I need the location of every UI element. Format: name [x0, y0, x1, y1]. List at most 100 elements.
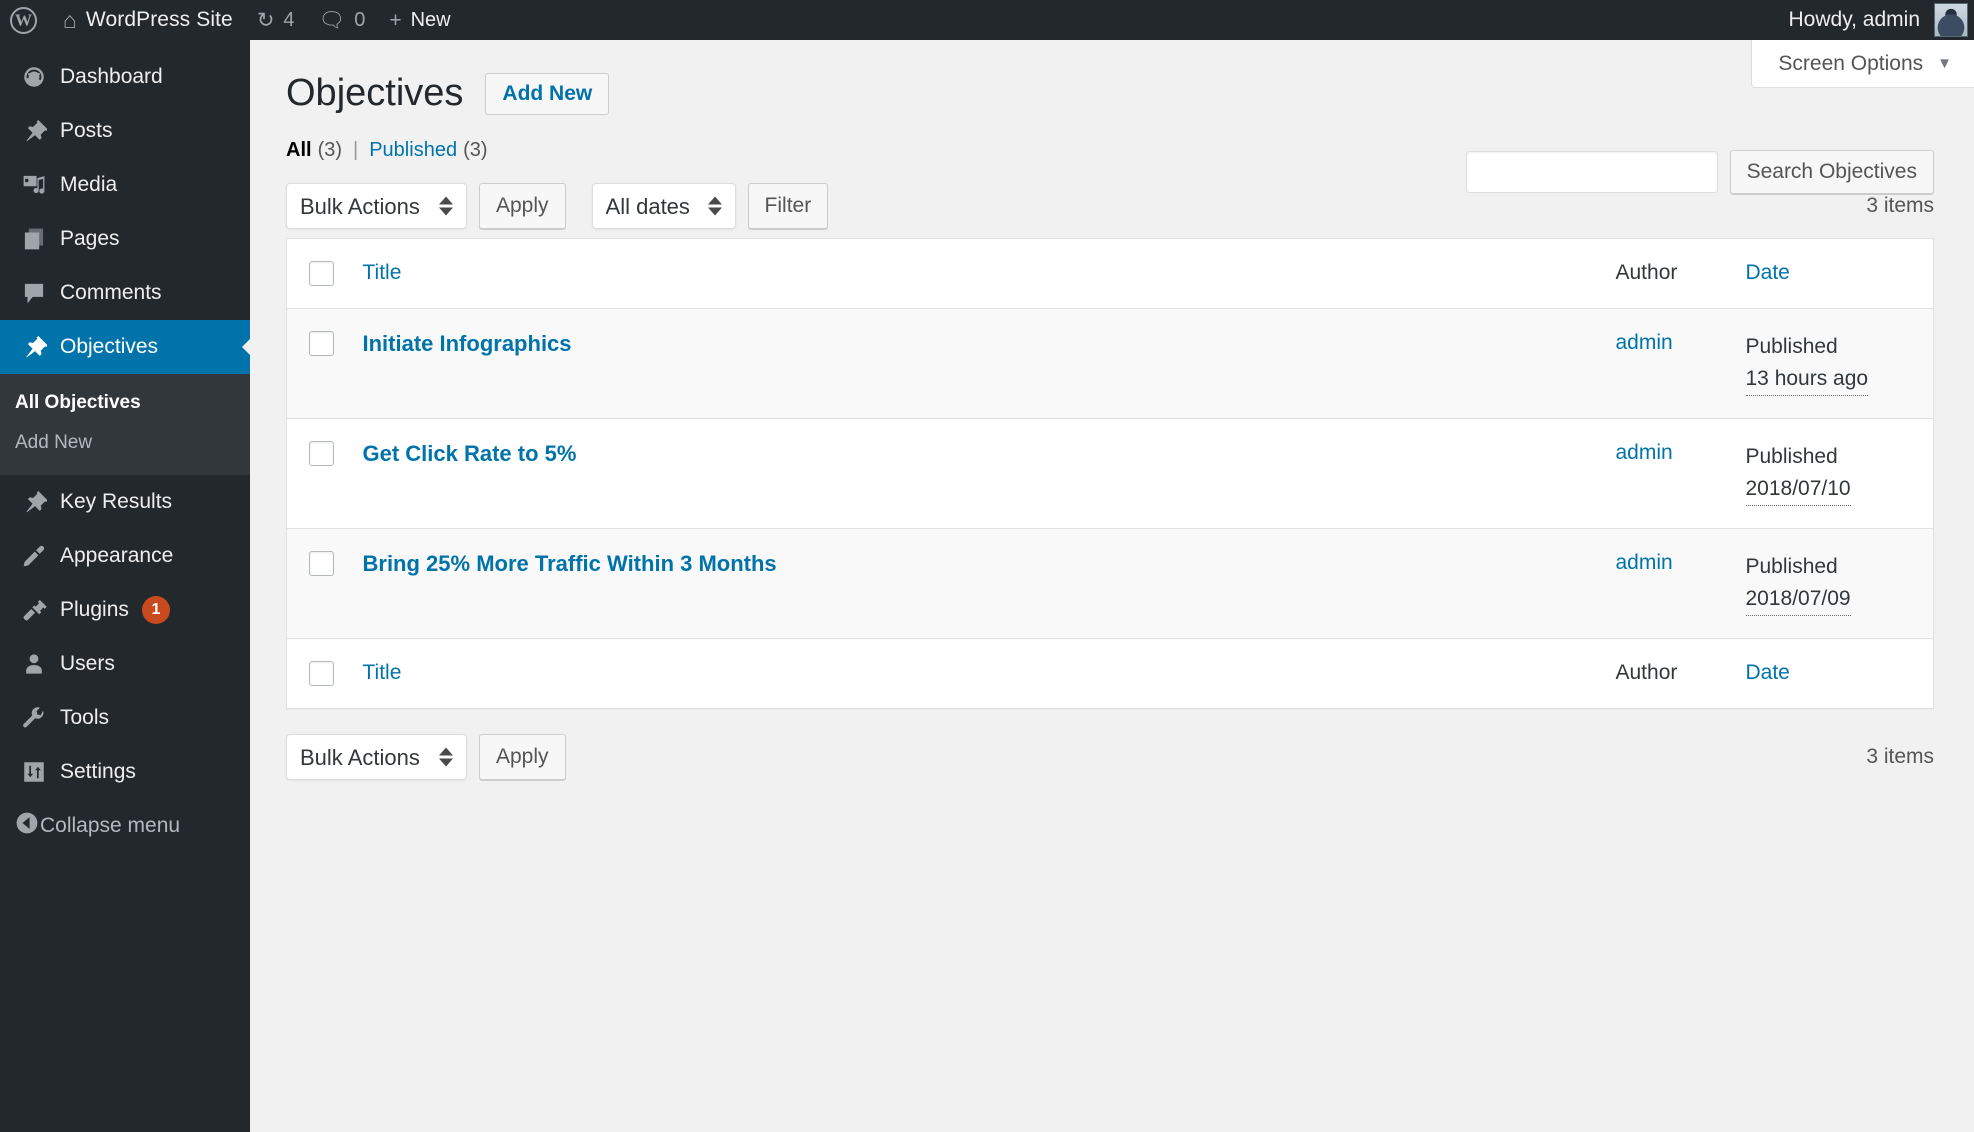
views-separator: | — [353, 139, 358, 162]
site-name-button[interactable]: ⌂ WordPress Site — [51, 0, 245, 40]
row-checkbox[interactable] — [309, 331, 334, 356]
row-checkbox[interactable] — [309, 551, 334, 576]
row-date-cell: Published 13 hours ago — [1734, 309, 1934, 419]
row-checkbox[interactable] — [309, 441, 334, 466]
sidebar-item-label: Tools — [60, 706, 109, 730]
sidebar-item-label: Appearance — [60, 544, 173, 568]
sidebar-item-objectives[interactable]: Objectives — [0, 320, 250, 374]
updates-icon: ↻ — [257, 10, 275, 31]
select-all-header — [287, 239, 351, 309]
wordpress-logo-button[interactable] — [0, 0, 51, 40]
sidebar-item-label: Comments — [60, 281, 162, 305]
column-header-date: Date — [1734, 239, 1934, 309]
sort-title-link-top[interactable]: Title — [363, 261, 402, 284]
sidebar-item-tools[interactable]: Tools — [0, 691, 250, 745]
bulk-actions-select-bottom[interactable]: Bulk Actions — [286, 734, 467, 780]
table-footer-row: Title Author Date — [287, 639, 1934, 709]
table-head: Title Author Date — [287, 239, 1934, 309]
row-author-link[interactable]: admin — [1616, 551, 1673, 574]
row-select-cell — [287, 309, 351, 419]
sort-date-link-top[interactable]: Date — [1746, 261, 1790, 284]
pages-icon — [14, 226, 54, 252]
select-all-checkbox-top[interactable] — [309, 261, 334, 286]
sort-title-link-bottom[interactable]: Title — [363, 661, 402, 684]
comment-bubble-icon — [14, 280, 54, 306]
row-title-link[interactable]: Get Click Rate to 5% — [363, 441, 577, 466]
apply-button-top[interactable]: Apply — [479, 183, 566, 229]
sort-date-link-bottom[interactable]: Date — [1746, 661, 1790, 684]
sidebar-item-key-results[interactable]: Key Results — [0, 475, 250, 529]
new-content-label: New — [411, 9, 451, 32]
view-all-link[interactable]: All — [286, 139, 312, 162]
page-header: Objectives Add New — [286, 40, 1934, 118]
main-content: Screen Options ▼ Objectives Add New All … — [250, 40, 1974, 1132]
comments-button[interactable]: 🗨 0 — [307, 0, 378, 40]
row-author-cell: admin — [1604, 529, 1734, 639]
submenu-item-add-new[interactable]: Add New — [0, 423, 250, 463]
sidebar-item-users[interactable]: Users — [0, 637, 250, 691]
dashboard-icon — [14, 64, 54, 90]
row-date-status: Published — [1746, 335, 1838, 358]
sidebar-item-appearance[interactable]: Appearance — [0, 529, 250, 583]
plus-icon: + — [389, 10, 401, 31]
row-title-link[interactable]: Bring 25% More Traffic Within 3 Months — [363, 551, 777, 576]
row-author-link[interactable]: admin — [1616, 441, 1673, 464]
sidebar-item-pages[interactable]: Pages — [0, 212, 250, 266]
home-icon: ⌂ — [63, 9, 77, 32]
table-body: Initiate Infographics admin Published 13… — [287, 309, 1934, 639]
sidebar-item-label: Plugins — [60, 598, 129, 622]
row-title-link[interactable]: Initiate Infographics — [363, 331, 572, 356]
my-account-menu[interactable]: Howdy, admin — [1789, 3, 1974, 37]
view-published-link[interactable]: Published — [369, 139, 457, 162]
table-foot: Title Author Date — [287, 639, 1934, 709]
row-title-cell: Get Click Rate to 5% — [351, 419, 1604, 529]
new-content-button[interactable]: + New — [377, 0, 462, 40]
sidebar-item-plugins[interactable]: Plugins 1 — [0, 583, 250, 637]
dates-filter-select[interactable]: All dates — [592, 183, 736, 229]
updates-button[interactable]: ↻ 4 — [245, 0, 307, 40]
pin-icon — [14, 489, 54, 515]
pin-icon — [14, 334, 54, 360]
collapse-menu-label: Collapse menu — [40, 814, 180, 838]
column-footer-date: Date — [1734, 639, 1934, 709]
displaying-num-bottom: 3 items — [1866, 745, 1934, 769]
sidebar-item-label: Objectives — [60, 335, 158, 359]
table-row: Initiate Infographics admin Published 13… — [287, 309, 1934, 419]
wordpress-logo-icon — [10, 7, 37, 34]
plugins-update-badge: 1 — [142, 596, 170, 624]
bulk-actions-select-wrap-bottom: Bulk Actions — [286, 734, 467, 780]
submenu-item-all-objectives[interactable]: All Objectives — [0, 383, 250, 423]
row-date-cell: Published 2018/07/10 — [1734, 419, 1934, 529]
wrench-icon — [14, 705, 54, 731]
row-author-cell: admin — [1604, 309, 1734, 419]
sidebar-item-label: Media — [60, 173, 117, 197]
sidebar-item-media[interactable]: Media — [0, 158, 250, 212]
column-header-author: Author — [1604, 239, 1734, 309]
page-title: Objectives — [286, 69, 463, 118]
sidebar-item-settings[interactable]: Settings — [0, 745, 250, 799]
column-author-label-bottom: Author — [1616, 661, 1678, 684]
displaying-num-top: 3 items — [1866, 194, 1934, 218]
site-name-label: WordPress Site — [86, 8, 233, 32]
collapse-arrow-icon — [14, 810, 40, 842]
admin-bar: ⌂ WordPress Site ↻ 4 🗨 0 + New Howdy, ad… — [0, 0, 1974, 40]
select-all-checkbox-bottom[interactable] — [309, 661, 334, 686]
row-author-cell: admin — [1604, 419, 1734, 529]
filter-button[interactable]: Filter — [748, 183, 829, 229]
apply-button-bottom[interactable]: Apply — [479, 734, 566, 780]
collapse-menu-button[interactable]: Collapse menu — [0, 799, 250, 853]
bulk-actions-select-top[interactable]: Bulk Actions — [286, 183, 467, 229]
row-date-status: Published — [1746, 445, 1838, 468]
add-new-button[interactable]: Add New — [485, 73, 609, 115]
pin-icon — [14, 118, 54, 144]
sidebar-item-dashboard[interactable]: Dashboard — [0, 50, 250, 104]
sidebar-item-posts[interactable]: Posts — [0, 104, 250, 158]
tablenav-top: Bulk Actions Apply All dates Filter 3 it… — [286, 174, 1934, 238]
row-author-link[interactable]: admin — [1616, 331, 1673, 354]
sidebar-item-comments[interactable]: Comments — [0, 266, 250, 320]
table-row: Get Click Rate to 5% admin Published 201… — [287, 419, 1934, 529]
avatar — [1934, 3, 1968, 37]
admin-sidebar-menu: Dashboard Posts Media Pages Comments Obj… — [0, 40, 250, 1132]
comments-count: 0 — [354, 9, 365, 32]
view-published-count: (3) — [463, 139, 487, 162]
